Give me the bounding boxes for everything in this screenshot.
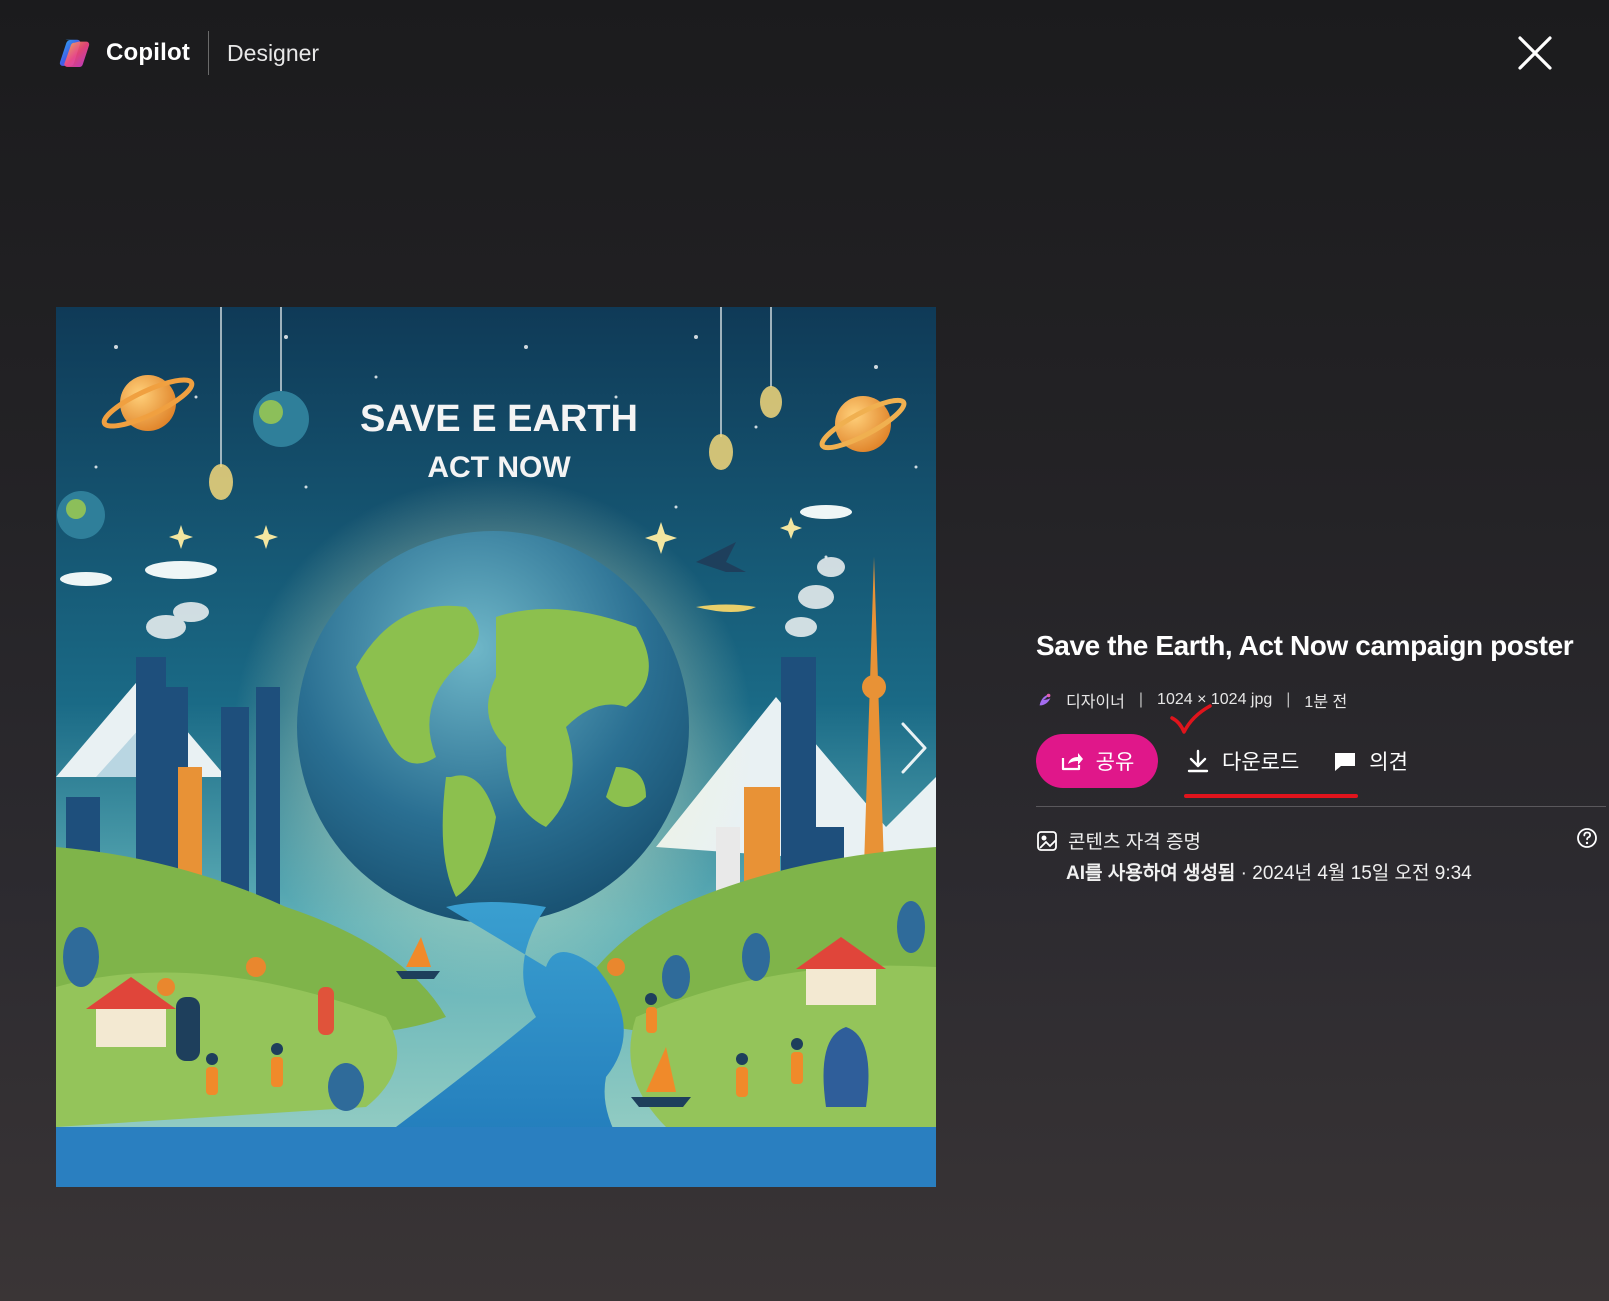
download-icon bbox=[1187, 749, 1209, 773]
meta-separator: | bbox=[1286, 691, 1291, 708]
generated-date: · 2024년 4월 15일 오전 9:34 bbox=[1235, 863, 1472, 884]
action-bar: 공유 다운로드 의견 bbox=[1036, 704, 1596, 798]
feedback-label: 의견 bbox=[1369, 751, 1408, 774]
content-credentials-icon bbox=[1037, 830, 1057, 851]
topbar: Copilot Designer bbox=[56, 30, 319, 76]
image-title: Save the Earth, Act Now campaign poster bbox=[1036, 630, 1574, 661]
credentials-title: 콘텐츠 자격 증명 bbox=[1068, 832, 1201, 853]
share-icon bbox=[1061, 753, 1083, 771]
download-label: 다운로드 bbox=[1222, 751, 1300, 774]
section-divider bbox=[1036, 806, 1606, 807]
download-button[interactable]: 다운로드 bbox=[1186, 746, 1299, 776]
product-name: Designer bbox=[227, 39, 320, 66]
source-label: 디자이너 bbox=[1066, 694, 1125, 711]
help-icon[interactable] bbox=[1576, 827, 1598, 849]
feedback-button[interactable]: 의견 bbox=[1333, 746, 1408, 776]
content-credentials: 콘텐츠 자격 증명 AI를 사용하여 생성됨 · 2024년 4월 15일 오전… bbox=[1036, 827, 1598, 885]
share-label: 공유 bbox=[1095, 751, 1135, 774]
image-info-panel: Save the Earth, Act Now campaign poster … bbox=[1036, 630, 1606, 885]
header-divider bbox=[208, 31, 210, 75]
brand-name: Copilot bbox=[106, 39, 191, 66]
designer-logo-icon bbox=[1039, 693, 1051, 706]
image-meta: 디자이너 | 1024 × 1024 jpg | 1분 전 bbox=[1036, 688, 1596, 712]
next-image-chevron-icon[interactable] bbox=[893, 718, 933, 778]
close-icon[interactable] bbox=[1512, 30, 1558, 76]
generated-image: SAVE E EARTH ACT NOW bbox=[56, 307, 936, 1187]
meta-separator: | bbox=[1138, 691, 1144, 708]
share-button[interactable]: 공유 bbox=[1036, 734, 1158, 788]
image-age: 1분 전 bbox=[1304, 694, 1348, 711]
copilot-logo-icon bbox=[59, 39, 90, 68]
poster-headline: SAVE E EARTH bbox=[360, 398, 638, 440]
chat-bubble-icon bbox=[1335, 753, 1356, 771]
annotation-underline bbox=[1184, 794, 1358, 798]
generated-with-ai: AI를 사용하여 생성됨 bbox=[1066, 863, 1236, 884]
annotation-checkmark-icon bbox=[1170, 704, 1212, 734]
